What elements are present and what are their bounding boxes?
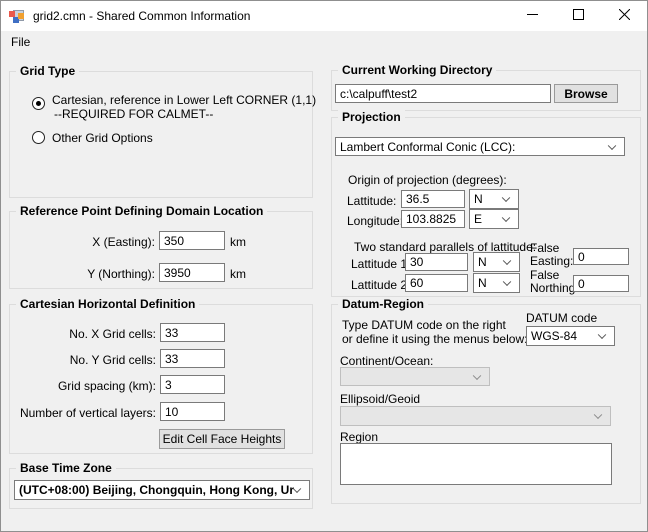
chevron-down-icon [598,331,606,339]
vertical-layers-label: Number of vertical layers: [10,406,156,420]
app-icon [9,8,25,24]
y-grid-cells-field[interactable]: 33 [160,349,225,368]
radio-cartesian-label-line1: Cartesian, reference in Lower Left CORNE… [52,93,316,107]
minimize-button[interactable] [509,1,555,31]
vertical-layers-field[interactable]: 10 [160,402,225,421]
grid-spacing-field[interactable]: 3 [160,375,225,394]
datum-region-title: Datum-Region [338,297,428,311]
grid-type-title: Grid Type [16,64,79,78]
longitude-field[interactable]: 103.8825 [401,210,465,228]
false-easting-field[interactable]: 0 [573,248,629,265]
ellipsoid-geoid-dropdown [340,406,611,426]
radio-option-other-grid[interactable]: Other Grid Options [32,131,232,147]
y-northing-unit: km [230,267,246,281]
latitude-field[interactable]: 36.5 [401,190,465,208]
false-easting-label-line2: Easting: [530,254,573,268]
datum-code-dropdown[interactable]: WGS-84 [526,326,615,346]
title-bar: grid2.cmn - Shared Common Information [1,1,647,31]
longitude-label: Longitude: [347,214,403,228]
window-title: grid2.cmn - Shared Common Information [33,9,250,23]
false-northing-label-line1: False [530,268,559,282]
close-icon [619,9,630,23]
x-easting-unit: km [230,235,246,249]
radio-other-grid-label: Other Grid Options [52,131,153,145]
chevron-down-icon [594,411,602,419]
working-directory-group: Current Working Directory c:\calpuff\tes… [331,70,641,111]
close-button[interactable] [601,1,647,31]
menu-bar: File [1,31,647,53]
minimize-icon [527,9,538,23]
datum-code-value: WGS-84 [531,329,577,343]
latitude1-hemisphere-value: N [478,255,487,269]
projection-group: Projection Lambert Conformal Conic (LCC)… [331,117,641,297]
grid-type-group: Grid Type Cartesian, reference in Lower … [9,71,313,198]
base-time-zone-group: Base Time Zone (UTC+08:00) Beijing, Chon… [9,468,313,509]
chevron-down-icon [503,257,511,265]
radio-selected-icon [32,97,45,110]
datum-code-label: DATUM code [526,311,597,325]
cartesian-definition-group: Cartesian Horizontal Definition No. X Gr… [9,304,313,454]
chevron-down-icon [473,371,481,379]
datum-instruction-line2: or define it using the menus below: [342,332,527,346]
chevron-down-icon [502,194,510,202]
cartesian-definition-title: Cartesian Horizontal Definition [16,297,199,311]
x-grid-cells-field[interactable]: 33 [160,323,225,342]
longitude-hemisphere-dropdown[interactable]: E [469,209,519,229]
chevron-down-icon [502,214,510,222]
chevron-down-icon [503,278,511,286]
radio-option-cartesian[interactable]: Cartesian, reference in Lower Left CORNE… [32,93,308,123]
radio-unselected-icon [32,131,45,144]
maximize-icon [573,9,584,23]
dialog-window: grid2.cmn - Shared Common Information Fi… [0,0,648,532]
ellipsoid-geoid-label: Ellipsoid/Geoid [340,392,420,406]
working-directory-field[interactable]: c:\calpuff\test2 [335,84,551,103]
false-easting-label-line1: False [530,241,559,255]
latitude1-hemisphere-dropdown[interactable]: N [473,252,520,272]
continent-ocean-dropdown [340,367,490,386]
y-northing-label: Y (Northing): [10,267,155,281]
caption-buttons [509,1,647,31]
false-northing-field[interactable]: 0 [573,275,629,292]
latitude1-label: Lattitude 1: [351,257,410,271]
chevron-down-icon [293,485,301,493]
longitude-hemisphere-value: E [474,212,482,226]
latitude2-label: Lattitude 2: [351,278,410,292]
browse-button[interactable]: Browse [554,84,618,103]
y-northing-field[interactable]: 3950 [159,263,225,282]
radio-cartesian-label-line2: --REQUIRED FOR CALMET-- [54,107,213,121]
false-northing-label-line2: Northing: [530,281,579,295]
region-listbox[interactable] [340,443,612,485]
latitude-hemisphere-value: N [474,192,483,206]
reference-point-title: Reference Point Defining Domain Location [16,204,267,218]
region-label: Region [340,430,378,444]
edit-cell-face-heights-button[interactable]: Edit Cell Face Heights [159,429,285,449]
y-grid-cells-label: No. Y Grid cells: [10,353,156,367]
x-easting-field[interactable]: 350 [159,231,225,250]
menu-file[interactable]: File [1,31,40,53]
datum-instruction-line1: Type DATUM code on the right [342,318,506,332]
latitude2-hemisphere-dropdown[interactable]: N [473,273,520,293]
projection-title: Projection [338,110,405,124]
x-grid-cells-label: No. X Grid cells: [10,327,156,341]
x-easting-label: X (Easting): [10,235,155,249]
time-zone-dropdown[interactable]: (UTC+08:00) Beijing, Chongquin, Hong Kon… [14,480,310,500]
latitude-hemisphere-dropdown[interactable]: N [469,189,519,209]
working-directory-title: Current Working Directory [338,63,496,77]
datum-region-group: Datum-Region Type DATUM code on the righ… [331,304,641,504]
reference-point-group: Reference Point Defining Domain Location… [9,211,313,289]
chevron-down-icon [608,141,616,149]
projection-dropdown[interactable]: Lambert Conformal Conic (LCC): [335,137,625,156]
maximize-button[interactable] [555,1,601,31]
grid-spacing-label: Grid spacing (km): [10,379,156,393]
continent-ocean-label: Continent/Ocean: [340,354,433,368]
latitude1-field[interactable]: 30 [405,253,468,271]
latitude-label: Lattitude: [347,194,396,208]
origin-of-projection-label: Origin of projection (degrees): [348,173,507,187]
base-time-zone-title: Base Time Zone [16,461,116,475]
projection-value: Lambert Conformal Conic (LCC): [340,140,515,154]
time-zone-value: (UTC+08:00) Beijing, Chongquin, Hong Kon… [19,483,294,497]
latitude2-field[interactable]: 60 [405,274,468,292]
latitude2-hemisphere-value: N [478,276,487,290]
